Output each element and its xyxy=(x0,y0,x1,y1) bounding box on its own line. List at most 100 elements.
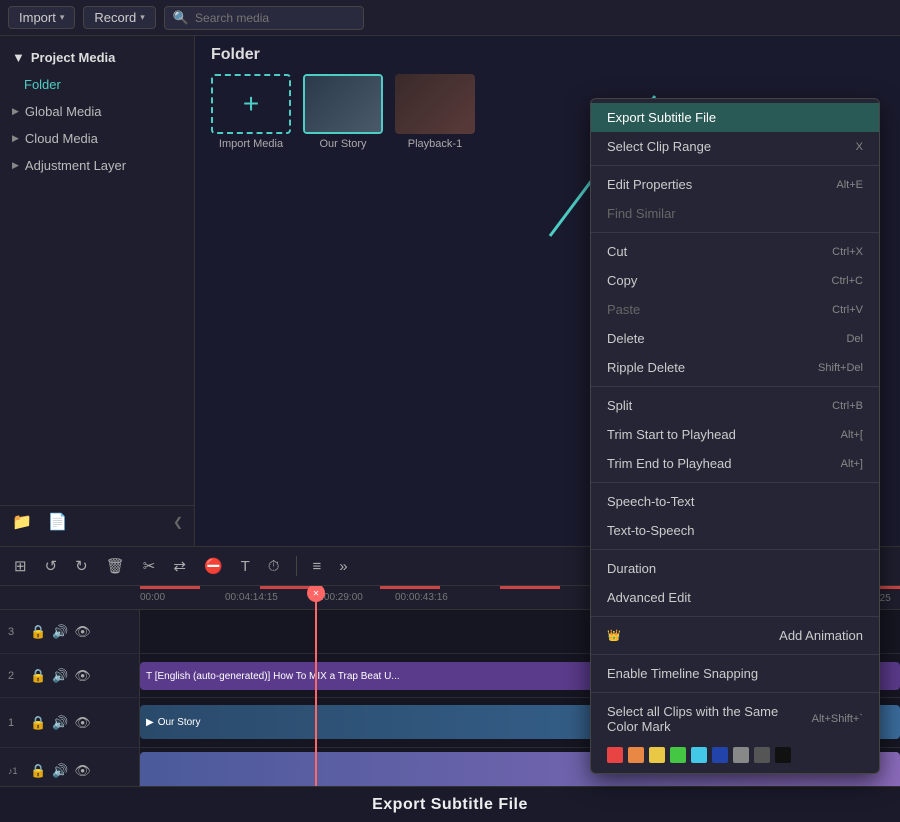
sidebar-add-icon[interactable]: 📄 xyxy=(48,512,68,532)
swatch-black[interactable] xyxy=(775,747,791,763)
playback-video-preview xyxy=(395,74,475,134)
ctx-advanced-edit[interactable]: Advanced Edit xyxy=(591,583,879,612)
sidebar-item-cloud-media[interactable]: ▶ Cloud Media xyxy=(0,125,194,152)
swatch-green[interactable] xyxy=(670,747,686,763)
sidebar: ▼ Project Media Folder ▶ Global Media ▶ … xyxy=(0,36,195,546)
playback-item[interactable]: Playback-1 xyxy=(395,74,475,150)
swatch-orange[interactable] xyxy=(628,747,644,763)
swatch-dark-gray[interactable] xyxy=(754,747,770,763)
our-story-item[interactable]: Our Story xyxy=(303,74,383,150)
track-2-lock-icon[interactable]: 🔒 xyxy=(30,668,46,684)
ctx-ripple-delete-label: Ripple Delete xyxy=(607,360,685,375)
ctx-select-same-color[interactable]: Select all Clips with the Same Color Mar… xyxy=(591,697,879,741)
track-audio-1-lock-icon[interactable]: 🔒 xyxy=(30,763,46,779)
tool-expand-icon[interactable]: » xyxy=(335,554,351,579)
ctx-split[interactable]: Split Ctrl+B xyxy=(591,391,879,420)
ctx-trim-start-shortcut: Alt+[ xyxy=(841,429,863,441)
ctx-select-clip-range[interactable]: Select Clip Range X xyxy=(591,132,879,161)
track-2-mute-icon[interactable]: 🔊 xyxy=(52,668,68,684)
swatch-yellow[interactable] xyxy=(649,747,665,763)
ctx-advanced-edit-label: Advanced Edit xyxy=(607,590,691,605)
track-3-controls: 3 🔒 🔊 👁 xyxy=(0,610,140,653)
search-input[interactable] xyxy=(195,11,355,25)
tool-undo-icon[interactable]: ↺ xyxy=(41,553,62,579)
ctx-divider-7 xyxy=(591,654,879,655)
import-label: Import xyxy=(19,10,56,25)
search-bar[interactable]: 🔍 xyxy=(164,6,364,30)
swatch-red[interactable] xyxy=(607,747,623,763)
main-layout: ▼ Project Media Folder ▶ Global Media ▶ … xyxy=(0,36,900,546)
tool-lock-icon[interactable]: ⛔ xyxy=(200,553,227,579)
playback-thumb[interactable] xyxy=(395,74,475,134)
sidebar-item-global-media[interactable]: ▶ Global Media xyxy=(0,98,194,125)
track-1-visible-icon[interactable]: 👁 xyxy=(74,715,91,731)
ctx-trim-start-label: Trim Start to Playhead xyxy=(607,427,736,442)
ctx-paste-label: Paste xyxy=(607,302,640,317)
ctx-ripple-delete[interactable]: Ripple Delete Shift+Del xyxy=(591,353,879,382)
ctx-add-animation[interactable]: Add Animation xyxy=(591,621,879,650)
ctx-delete-shortcut: Del xyxy=(846,333,863,345)
track-3-mute-icon[interactable]: 🔊 xyxy=(52,624,68,640)
tool-cut-icon[interactable]: ✂ xyxy=(139,553,160,579)
ctx-duration[interactable]: Duration xyxy=(591,554,879,583)
swatch-blue[interactable] xyxy=(712,747,728,763)
ctx-split-shortcut: Ctrl+B xyxy=(832,400,863,412)
import-button[interactable]: Import ▾ xyxy=(8,6,75,29)
record-label: Record xyxy=(94,10,136,25)
tool-redo-icon[interactable]: ↻ xyxy=(71,553,92,579)
sidebar-item-adjustment-layer[interactable]: ▶ Adjustment Layer xyxy=(0,152,194,179)
ctx-find-similar-label: Find Similar xyxy=(607,206,676,221)
swatch-gray[interactable] xyxy=(733,747,749,763)
ctx-speech-to-text[interactable]: Speech-to-Text xyxy=(591,487,879,516)
track-1-mute-icon[interactable]: 🔊 xyxy=(52,715,68,731)
import-media-thumb[interactable]: + xyxy=(211,74,291,134)
ctx-edit-properties[interactable]: Edit Properties Alt+E xyxy=(591,170,879,199)
track-2-controls: 2 🔒 🔊 👁 xyxy=(0,654,140,697)
tool-swap-icon[interactable]: ⇄ xyxy=(169,553,190,579)
record-button[interactable]: Record ▾ xyxy=(83,6,155,29)
sidebar-collapse-bottom-icon[interactable]: ❮ xyxy=(173,515,183,529)
ctx-select-same-color-label: Select all Clips with the Same Color Mar… xyxy=(607,704,812,734)
subtitle-clip-label: T [English (auto-generated)] How To MIX … xyxy=(146,671,400,682)
track-audio-1-mute-icon[interactable]: 🔊 xyxy=(52,763,68,779)
ctx-divider-5 xyxy=(591,549,879,550)
sidebar-title: Project Media xyxy=(31,50,116,65)
sidebar-item-folder[interactable]: Folder xyxy=(0,71,194,98)
video-clip-label: Our Story xyxy=(158,717,201,728)
track-3-visible-icon[interactable]: 👁 xyxy=(74,624,91,640)
ctx-add-animation-label: Add Animation xyxy=(779,628,863,643)
sidebar-folder-icon[interactable]: 📁 xyxy=(12,512,32,532)
ctx-trim-start[interactable]: Trim Start to Playhead Alt+[ xyxy=(591,420,879,449)
tool-timer-icon[interactable]: ⏱ xyxy=(264,554,284,579)
tool-delete-icon[interactable]: 🗑 xyxy=(102,553,129,579)
track-3-lock-icon[interactable]: 🔒 xyxy=(30,624,46,640)
playhead[interactable]: ✕ xyxy=(315,586,317,786)
ctx-cut-shortcut: Ctrl+X xyxy=(832,246,863,258)
ctx-select-clip-range-label: Select Clip Range xyxy=(607,139,711,154)
our-story-thumb[interactable] xyxy=(303,74,383,134)
content-area: Folder + Import Media Our Story Playback… xyxy=(195,36,900,546)
ctx-trim-end[interactable]: Trim End to Playhead Alt+] xyxy=(591,449,879,478)
track-2-visible-icon[interactable]: 👁 xyxy=(74,668,91,684)
sidebar-collapse-icon[interactable]: ▼ xyxy=(12,50,25,65)
ctx-text-to-speech[interactable]: Text-to-Speech xyxy=(591,516,879,545)
swatch-cyan[interactable] xyxy=(691,747,707,763)
ctx-copy[interactable]: Copy Ctrl+C xyxy=(591,266,879,295)
import-media-item[interactable]: + Import Media xyxy=(211,74,291,150)
global-media-label: Global Media xyxy=(25,104,102,119)
track-audio-1-visible-icon[interactable]: 👁 xyxy=(74,763,91,779)
track-1-lock-icon[interactable]: 🔒 xyxy=(30,715,46,731)
tool-menu-icon[interactable]: ≡ xyxy=(309,554,326,579)
ctx-enable-snapping[interactable]: Enable Timeline Snapping xyxy=(591,659,879,688)
ctx-ripple-delete-shortcut: Shift+Del xyxy=(818,362,863,374)
our-story-video-preview xyxy=(305,76,381,132)
ctx-cut[interactable]: Cut Ctrl+X xyxy=(591,237,879,266)
tool-grid-icon[interactable]: ⊞ xyxy=(10,553,31,579)
ctx-trim-end-label: Trim End to Playhead xyxy=(607,456,732,471)
ctx-text-to-speech-label: Text-to-Speech xyxy=(607,523,694,538)
tool-text-icon[interactable]: T xyxy=(237,554,254,579)
import-chevron-icon: ▾ xyxy=(60,12,65,23)
ctx-divider-2 xyxy=(591,232,879,233)
ctx-export-subtitle[interactable]: Export Subtitle File xyxy=(591,103,879,132)
ctx-delete[interactable]: Delete Del xyxy=(591,324,879,353)
